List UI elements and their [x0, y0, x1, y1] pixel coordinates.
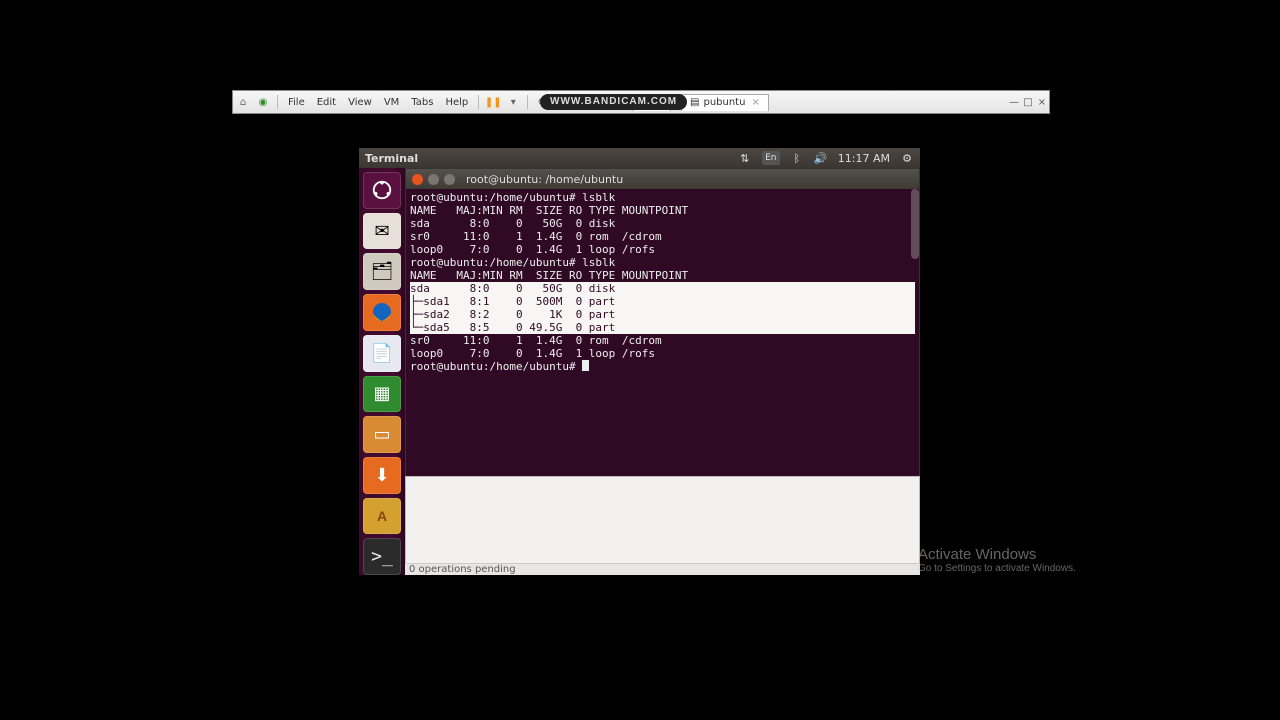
terminal-line: NAME MAJ:MIN RM SIZE RO TYPE MOUNTPOINT [410, 204, 915, 217]
focused-app-title: Terminal [365, 152, 418, 165]
menu-tabs[interactable]: Tabs [405, 97, 439, 108]
terminal-line-selected: └─sda5 8:5 0 49.5G 0 part [410, 321, 915, 334]
fullscreen-icon[interactable]: ⛶ [595, 95, 609, 109]
home-tab-icon: ⌂ [641, 97, 647, 108]
watermark-line1: Activate Windows [918, 546, 1076, 563]
window-close[interactable]: × [1035, 97, 1049, 108]
scrollbar[interactable] [911, 189, 919, 259]
menu-vm[interactable]: VM [378, 97, 405, 108]
terminal-line: NAME MAJ:MIN RM SIZE RO TYPE MOUNTPOINT [410, 269, 915, 282]
bluetooth-icon[interactable]: ᛒ [790, 151, 804, 165]
terminal-icon[interactable]: >_ [363, 538, 401, 575]
files-icon[interactable]: 🗂 [363, 253, 401, 290]
vm-tab[interactable]: ▤ pubuntu × [681, 94, 769, 111]
close-icon[interactable]: × [751, 97, 759, 108]
terminal-line: sda 8:0 0 50G 0 disk [410, 217, 915, 230]
software-center-icon[interactable]: ⬇ [363, 457, 401, 494]
dropdown-icon[interactable]: ▾ [506, 95, 520, 109]
menu-help[interactable]: Help [439, 97, 474, 108]
home-icon[interactable]: ⌂ [236, 95, 250, 109]
firefox-logo-icon [370, 300, 394, 324]
ubuntu-desktop: Terminal ⇅ En ᛒ 🔊 11:17 AM ⚙ ✉ 🗂 📄 ▦ ▭ ⬇… [359, 148, 920, 575]
terminal-line: loop0 7:0 0 1.4G 1 loop /rofs [410, 243, 915, 256]
dash-icon[interactable] [363, 172, 401, 209]
menu-file[interactable]: File [282, 97, 311, 108]
terminal-window: root@ubuntu: /home/ubuntu root@ubuntu:/h… [405, 168, 920, 478]
terminal-prompt: root@ubuntu:/home/ubuntu# [410, 360, 582, 373]
keyboard-layout[interactable]: En [762, 151, 780, 165]
terminal-titlebar[interactable]: root@ubuntu: /home/ubuntu [406, 169, 919, 189]
terminal-line: sr0 11:0 1 1.4G 0 rom /cdrom [410, 334, 915, 347]
firefox-icon[interactable] [363, 294, 401, 331]
terminal-title-text: root@ubuntu: /home/ubuntu [466, 173, 623, 186]
window-maximize[interactable]: □ [1021, 97, 1035, 108]
cursor [582, 360, 589, 371]
gparted-window[interactable] [405, 476, 920, 564]
terminal-line-selected: sda 8:0 0 50G 0 disk [410, 282, 915, 295]
network-icon[interactable]: ⇅ [738, 151, 752, 165]
window-minimize[interactable]: — [1007, 97, 1021, 108]
terminal-line: root@ubuntu:/home/ubuntu# lsblk [410, 191, 915, 204]
snapshot-icon[interactable]: ⟳ [535, 95, 549, 109]
terminal-line-selected: ├─sda1 8:1 0 500M 0 part [410, 295, 915, 308]
terminal-prompt-line: root@ubuntu:/home/ubuntu# [410, 360, 915, 373]
calc-icon[interactable]: ▦ [363, 376, 401, 413]
volume-icon[interactable]: 🔊 [814, 151, 828, 165]
terminal-body[interactable]: root@ubuntu:/home/ubuntu# lsblk NAME MAJ… [406, 189, 919, 477]
screenshot-icon[interactable]: ▣ [575, 95, 589, 109]
minimize-icon[interactable] [428, 174, 439, 185]
menu-view[interactable]: View [342, 97, 378, 108]
pause-icon[interactable]: ❚❚ [486, 95, 500, 109]
unity-launcher: ✉ 🗂 📄 ▦ ▭ ⬇ A >_ [359, 168, 405, 575]
maximize-icon[interactable] [444, 174, 455, 185]
unity-icon[interactable]: ◫ [615, 95, 629, 109]
terminal-line: root@ubuntu:/home/ubuntu# lsblk [410, 256, 915, 269]
thunderbird-icon[interactable]: ✉ [363, 213, 401, 250]
terminal-line: loop0 7:0 0 1.4G 1 loop /rofs [410, 347, 915, 360]
vmware-toolbar: ⌂ ◉ File Edit View VM Tabs Help ❚❚ ▾ ⟳ ◷… [232, 90, 1050, 114]
gear-icon[interactable]: ⚙ [900, 151, 914, 165]
terminal-line: sr0 11:0 1 1.4G 0 rom /cdrom [410, 230, 915, 243]
menu-edit[interactable]: Edit [311, 97, 342, 108]
system-tray: ⇅ En ᛒ 🔊 11:17 AM ⚙ [738, 151, 914, 165]
writer-icon[interactable]: 📄 [363, 335, 401, 372]
ubuntu-logo-icon [371, 179, 393, 201]
amazon-icon[interactable]: A [363, 498, 401, 535]
separator [277, 95, 278, 109]
clock[interactable]: 11:17 AM [838, 152, 890, 165]
vm-tab-home[interactable]: ⌂ × [632, 94, 671, 111]
impress-icon[interactable]: ▭ [363, 416, 401, 453]
watermark-line2: Go to Settings to activate Windows. [918, 563, 1076, 574]
windows-activation-watermark: Activate Windows Go to Settings to activ… [918, 546, 1076, 574]
close-icon[interactable]: × [654, 97, 662, 108]
tab-icon: ▤ [690, 97, 699, 108]
power-icon[interactable]: ◉ [256, 95, 270, 109]
separator [478, 95, 479, 109]
terminal-line-selected: ├─sda2 8:2 0 1K 0 part [410, 308, 915, 321]
close-icon[interactable] [412, 174, 423, 185]
clock-icon[interactable]: ◷ [555, 95, 569, 109]
status-bar: 0 operations pending [405, 563, 920, 575]
vm-tab-label: pubuntu [703, 97, 745, 108]
gnome-menubar: Terminal ⇅ En ᛒ 🔊 11:17 AM ⚙ [359, 148, 920, 168]
separator [527, 95, 528, 109]
